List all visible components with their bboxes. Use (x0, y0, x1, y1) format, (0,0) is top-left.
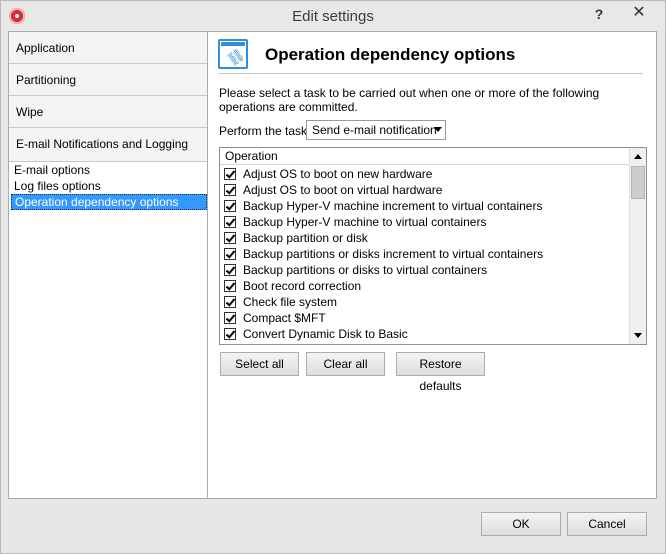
restore-defaults-button[interactable]: Restore defaults (396, 352, 485, 393)
task-dropdown[interactable]: Send e-mail notification (306, 120, 446, 140)
nav-application[interactable]: Application (9, 32, 207, 64)
clear-all-button[interactable]: Clear all (306, 352, 385, 376)
list-item[interactable]: Adjust OS to boot on virtual hardware (220, 182, 629, 198)
checkbox[interactable] (224, 168, 236, 180)
checkbox[interactable] (224, 216, 236, 228)
window-title: Edit settings (292, 8, 374, 25)
subitem-email-options[interactable]: E-mail options (11, 162, 207, 178)
list-item[interactable]: Boot record correction (220, 278, 629, 294)
checkbox[interactable] (224, 200, 236, 212)
operation-column-header[interactable]: Operation (220, 148, 629, 165)
header-divider (218, 73, 643, 74)
ok-button[interactable]: OK (481, 512, 561, 536)
edit-settings-window: Edit settings ? ✕ Application Partitioni… (0, 0, 666, 554)
list-item[interactable]: Convert Dynamic Disk to Basic (220, 326, 629, 342)
close-button[interactable]: ✕ (617, 2, 661, 24)
task-dropdown-value: Send e-mail notification (312, 123, 437, 137)
nav-wipe[interactable]: Wipe (9, 96, 207, 128)
checkbox[interactable] (224, 264, 236, 276)
checkbox[interactable] (224, 184, 236, 196)
title-bar[interactable]: Edit settings ? ✕ (1, 1, 665, 31)
chain-link-icon: ⛓ (218, 39, 248, 69)
list-item[interactable]: Backup Hyper-V machine increment to virt… (220, 198, 629, 214)
list-item[interactable]: Check file system (220, 294, 629, 310)
list-item[interactable]: Adjust OS to boot on new hardware (220, 166, 629, 182)
scroll-up-arrow-icon[interactable] (630, 148, 646, 165)
checkbox[interactable] (224, 232, 236, 244)
list-item[interactable]: Backup Hyper-V machine to virtual contai… (220, 214, 629, 230)
checkbox[interactable] (224, 296, 236, 308)
nav-email-notifications-logging[interactable]: E-mail Notifications and Logging (9, 128, 207, 162)
checkbox[interactable] (224, 328, 236, 340)
cancel-button[interactable]: Cancel (567, 512, 647, 536)
list-item[interactable]: Backup partitions or disks to virtual co… (220, 262, 629, 278)
scroll-thumb[interactable] (631, 166, 645, 199)
nav-partitioning[interactable]: Partitioning (9, 64, 207, 96)
help-button[interactable]: ? (585, 3, 613, 25)
perform-task-label: Perform the task: (219, 124, 311, 138)
list-item[interactable]: Backup partitions or disks increment to … (220, 246, 629, 262)
description-text: Please select a task to be carried out w… (219, 86, 600, 114)
settings-navigation: Application Partitioning Wipe E-mail Not… (8, 31, 208, 499)
subitem-operation-dependency-options[interactable]: Operation dependency options (11, 194, 207, 210)
vertical-scrollbar[interactable] (629, 148, 646, 344)
checkbox[interactable] (224, 248, 236, 260)
page-title: Operation dependency options (265, 45, 516, 64)
scroll-down-arrow-icon[interactable] (630, 327, 646, 344)
select-all-button[interactable]: Select all (220, 352, 299, 376)
chevron-down-icon[interactable] (434, 127, 442, 132)
list-item[interactable]: Compact $MFT (220, 310, 629, 326)
operations-list: Operation Adjust OS to boot on new hardw… (219, 147, 647, 345)
settings-content-panel: ⛓ Operation dependency options Please se… (208, 31, 657, 499)
operation-rows: Adjust OS to boot on new hardware Adjust… (220, 166, 629, 342)
checkbox[interactable] (224, 312, 236, 324)
checkbox[interactable] (224, 280, 236, 292)
list-item[interactable]: Backup partition or disk (220, 230, 629, 246)
subitem-log-files-options[interactable]: Log files options (11, 178, 207, 194)
